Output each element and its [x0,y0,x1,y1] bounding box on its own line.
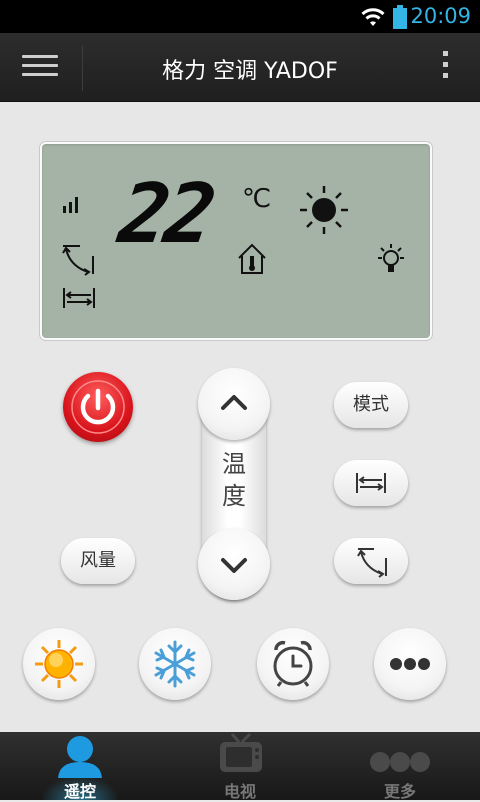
page-title: 格力 空调 YADOF [162,59,338,84]
action-bar: 格力 空调 YADOF [0,33,480,102]
status-bar: 20:09 [0,0,480,33]
indoor-temperature-icon [238,243,266,274]
tab-tv-label: 电视 [223,782,256,801]
alarm-clock-icon [273,640,313,687]
temperature-label-line-2: 度 [222,482,246,510]
swing-vertical-icon [62,245,94,276]
temperature-label-line-1: 温 [222,450,246,478]
divider [82,45,83,91]
overflow-menu-icon[interactable] [442,51,450,85]
bottom-navigation: 遥控 电视 更多 [0,732,480,801]
remote-panel: 22 ℃ 温 度 模式 风量 [0,102,480,732]
lcd-display: 22 ℃ [40,142,432,340]
user-icon [58,736,102,778]
menu-icon[interactable] [22,55,58,81]
snowflake-icon [154,640,196,688]
temperature-up-button[interactable] [198,368,270,440]
sun-icon [35,640,83,688]
temperature-label: 温 度 [216,448,252,512]
power-button[interactable] [63,372,133,442]
tab-remote[interactable]: 遥控 [0,732,160,801]
tab-more-label: 更多 [383,782,416,801]
temperature-readout: 22 [113,167,218,262]
more-options-button[interactable] [374,628,446,700]
more-dots-icon [370,752,430,772]
cool-mode-button[interactable] [139,628,211,700]
light-bulb-icon [378,244,404,272]
swing-horizontal-icon [63,288,95,308]
swing-vertical-button[interactable] [334,538,408,584]
wifi-icon [361,8,385,26]
tab-tv[interactable]: 电视 [160,732,320,801]
swing-horizontal-button[interactable] [334,460,408,506]
chevron-up-icon [221,395,247,410]
chevron-down-icon [221,558,247,573]
swing-vertical-icon [357,548,387,578]
tv-icon [220,732,262,772]
tab-remote-label: 遥控 [63,782,96,801]
sun-icon [300,186,348,234]
signal-bars-icon [63,197,78,213]
timer-button[interactable] [257,628,329,700]
more-dots-icon [390,658,430,670]
temperature-down-button[interactable] [198,528,270,600]
heat-mode-button[interactable] [23,628,95,700]
temperature-unit: ℃ [242,184,272,214]
fan-speed-button[interactable]: 风量 [61,538,135,584]
mode-button[interactable]: 模式 [334,382,408,428]
swing-horizontal-icon [356,473,386,493]
power-icon [71,380,125,434]
battery-icon [393,5,407,29]
tab-more[interactable]: 更多 [320,732,480,801]
clock: 20:09 [410,4,471,28]
